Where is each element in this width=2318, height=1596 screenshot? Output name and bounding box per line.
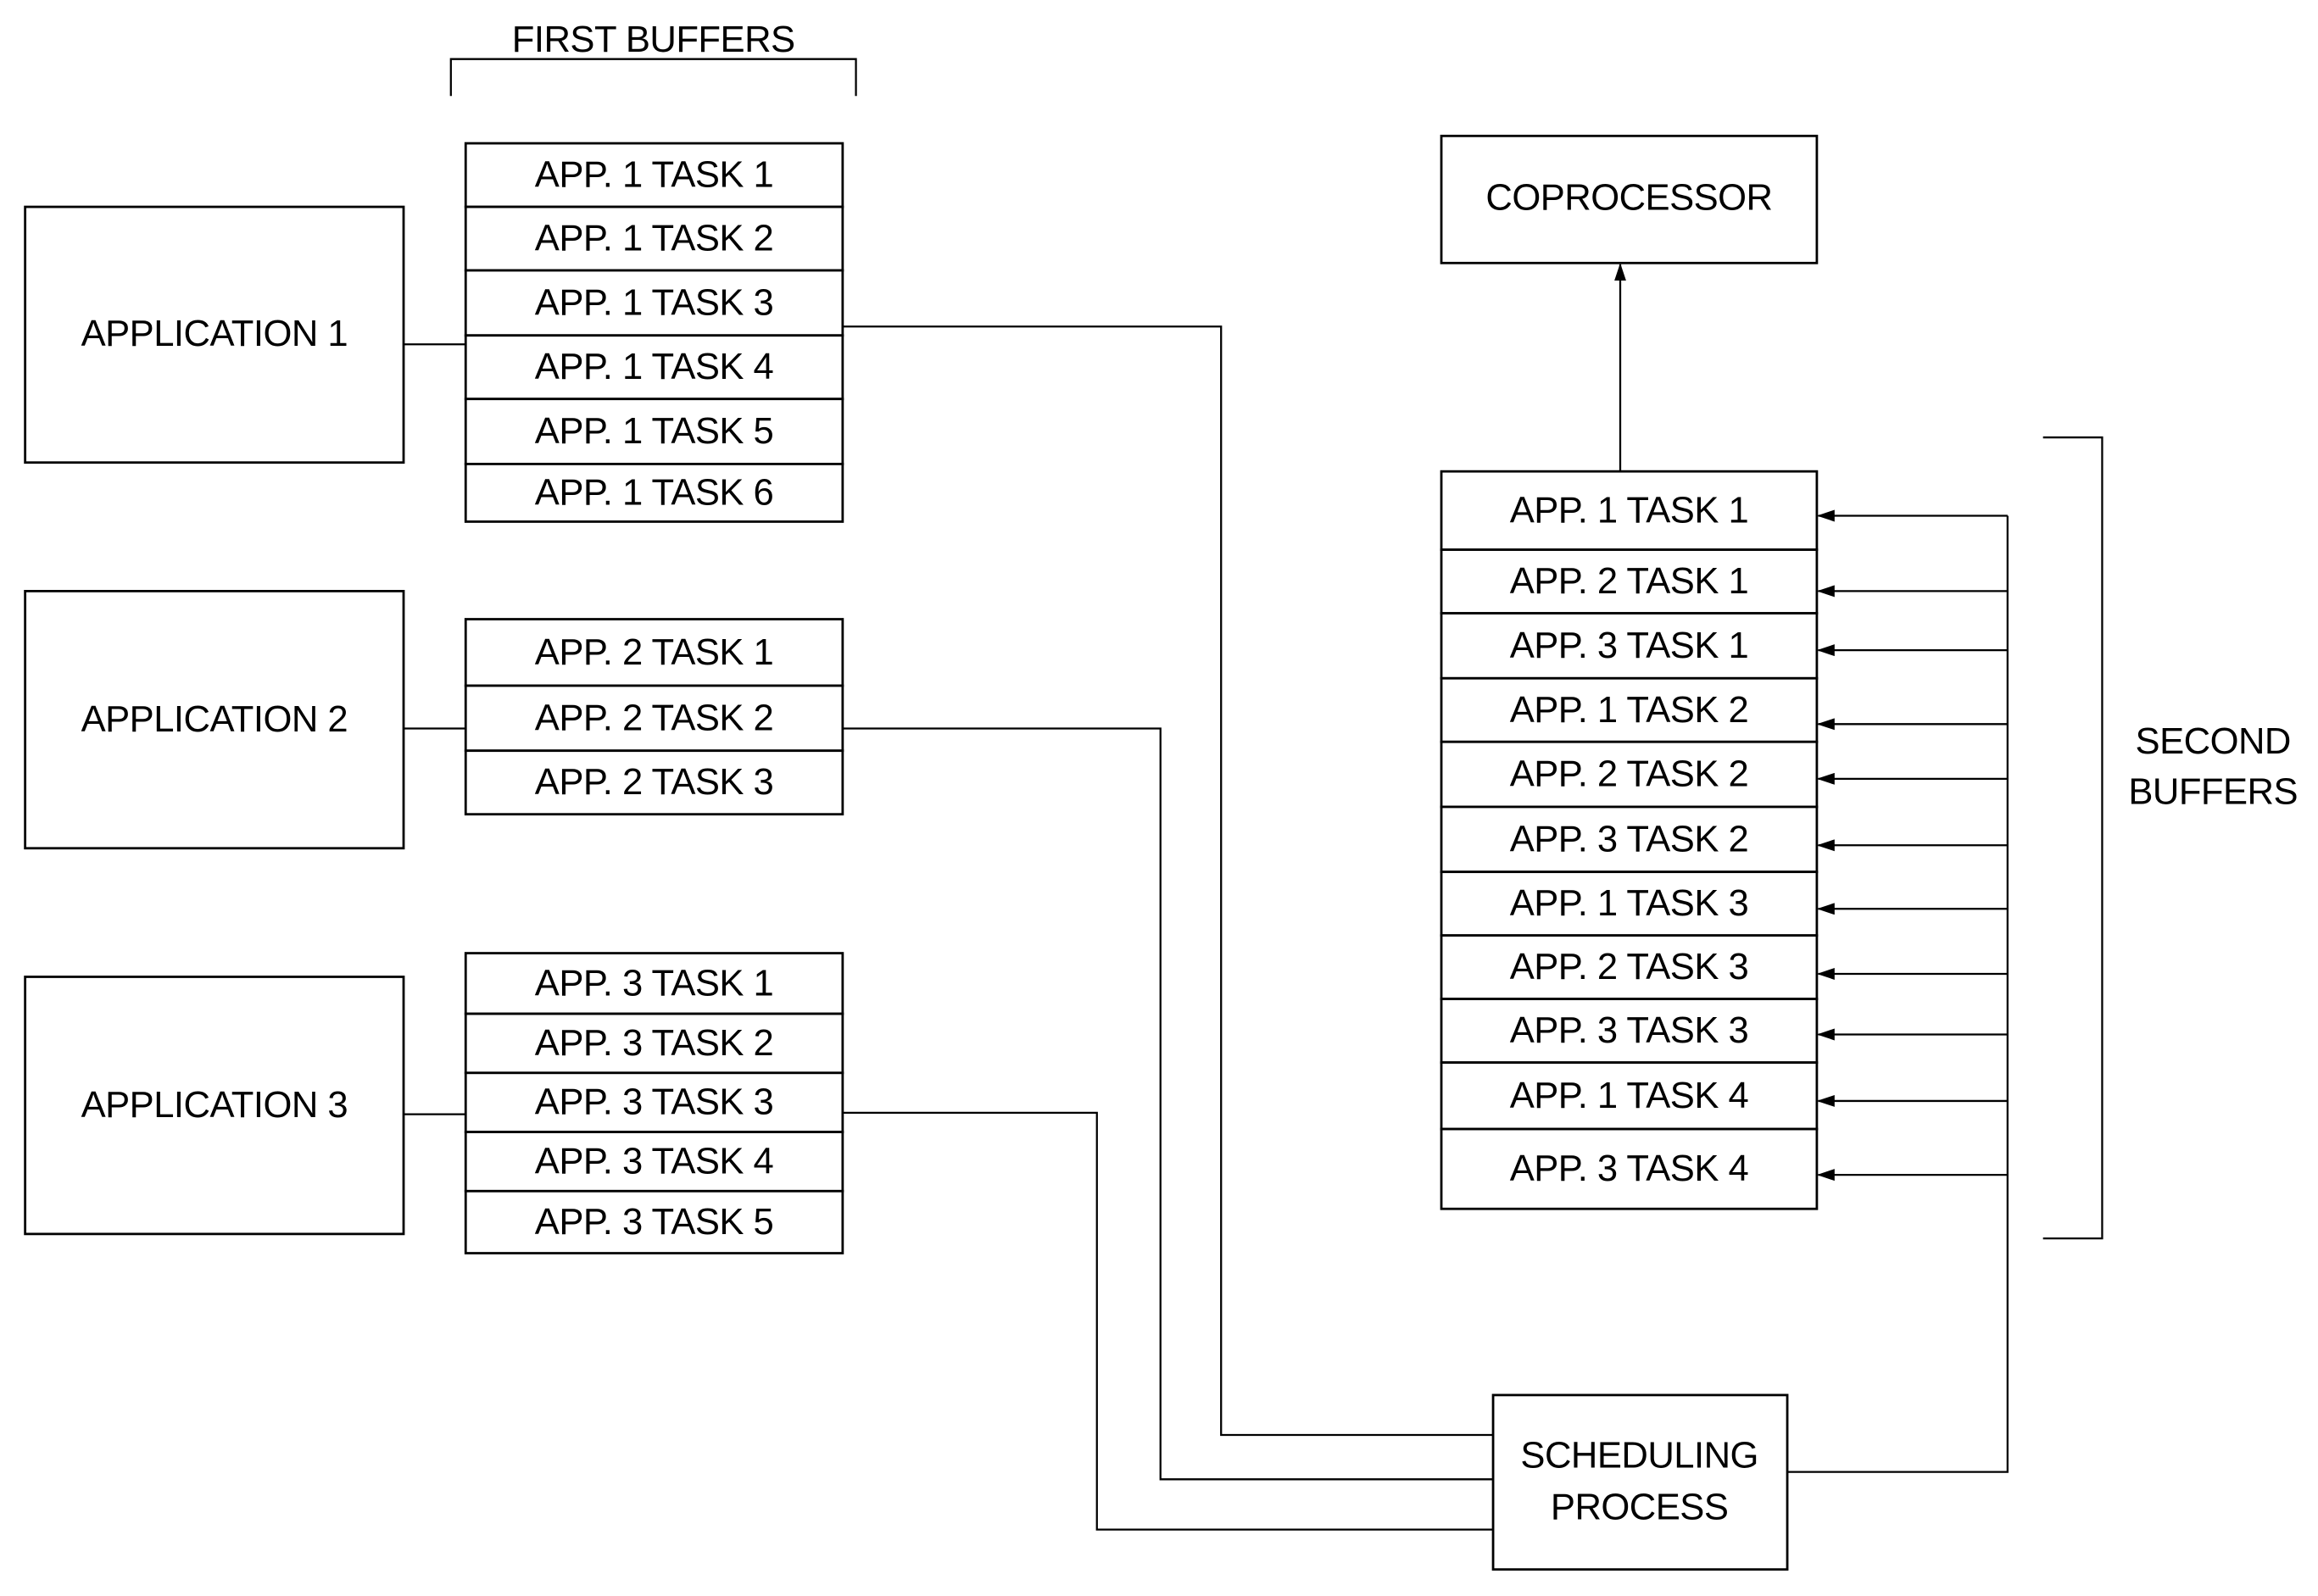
scheduling-label-line2: PROCESS [1551, 1487, 1728, 1527]
first-buffer-app-1: APP. 1 TASK 1 APP. 1 TASK 2 APP. 1 TASK 3 A… [464, 142, 844, 523]
second-buffer-arrows [1816, 509, 2008, 1182]
second-buffer-row: APP. 1 TASK 3 [1440, 870, 1819, 937]
scheduling-label-line1: SCHEDULING [1520, 1435, 1758, 1476]
second-buffer-row: APP. 2 TASK 3 [1440, 934, 1819, 1001]
application-2-label: APPLICATION 2 [81, 699, 348, 740]
first-buffer-app2-label: APP. 2 TASK 1 [535, 632, 773, 673]
first-buffer-app-3: APP. 3 TASK 1 APP. 3 TASK 2 APP. 3 TASK 3 A… [464, 952, 844, 1254]
first-buffer-app1-row: APP. 1 TASK 6 [464, 463, 844, 523]
first-buffer-app3-row: APP. 3 TASK 1 [464, 952, 844, 1015]
second-buffers-label-line2: BUFFERS [2128, 771, 2298, 812]
task-scheduling-diagram: FIRST BUFFERS APPLICATION 1 APPLICATION … [24, 19, 2298, 1571]
first-buffer-app2-row: APP. 2 TASK 1 [464, 618, 844, 687]
first-buffer-app1-row: APP. 1 TASK 1 [464, 142, 844, 209]
second-buffer-label: APP. 1 TASK 4 [1510, 1076, 1748, 1116]
second-buffers-bracket [2042, 436, 2103, 1240]
first-buffer-app2-row: APP. 2 TASK 2 [464, 684, 844, 753]
second-buffer-row: APP. 1 TASK 2 [1440, 676, 1819, 743]
second-buffer-row: APP. 3 TASK 3 [1440, 998, 1819, 1065]
second-buffer: APP. 1 TASK 1 APP. 2 TASK 1 APP. 3 TASK 1 A… [1440, 470, 1819, 1210]
second-buffer-label: APP. 3 TASK 4 [1510, 1148, 1748, 1189]
first-buffer-app1-label: APP. 1 TASK 3 [535, 282, 773, 323]
first-buffer-app3-row: APP. 3 TASK 4 [464, 1131, 844, 1193]
second-buffer-row: APP. 3 TASK 2 [1440, 805, 1819, 874]
first-buffer-app3-row: APP. 3 TASK 5 [464, 1189, 844, 1254]
second-buffer-label: APP. 3 TASK 3 [1510, 1010, 1748, 1051]
first-buffer-app3-row: APP. 3 TASK 2 [464, 1012, 844, 1075]
second-buffer-label: APP. 1 TASK 1 [1510, 490, 1748, 531]
first-buffer-app1-label: APP. 1 TASK 1 [535, 155, 773, 196]
first-buffer-app3-label: APP. 3 TASK 1 [535, 963, 773, 1004]
first-buffer-app1-label: APP. 1 TASK 6 [535, 472, 773, 513]
app1-scheduler-connector [842, 325, 1494, 1437]
first-buffer-app-2: APP. 2 TASK 1 APP. 2 TASK 2 APP. 2 TASK 3 [464, 618, 844, 816]
coprocessor-label: COPROCESSOR [1485, 178, 1772, 219]
first-buffer-app1-row: APP. 1 TASK 5 [464, 398, 844, 465]
app2-scheduler-connector [842, 727, 1494, 1481]
second-buffer-label: APP. 3 TASK 2 [1510, 819, 1748, 859]
scheduler-output-bus [1787, 515, 2009, 1473]
second-buffer-label: APP. 1 TASK 3 [1510, 883, 1748, 924]
first-buffer-app1-row: APP. 1 TASK 2 [464, 205, 844, 272]
app3-scheduler-connector [842, 1111, 1494, 1531]
first-buffer-app1-label: APP. 1 TASK 4 [535, 347, 773, 387]
second-buffer-label: APP. 2 TASK 2 [1510, 754, 1748, 795]
second-buffer-label: APP. 3 TASK 1 [1510, 626, 1748, 666]
second-buffer-row: APP. 1 TASK 4 [1440, 1061, 1819, 1131]
first-buffer-app1-row: APP. 1 TASK 4 [464, 334, 844, 401]
first-buffer-app1-label: APP. 1 TASK 2 [535, 219, 773, 259]
application-3-label: APPLICATION 3 [81, 1085, 348, 1126]
first-buffer-app2-label: APP. 2 TASK 2 [535, 698, 773, 738]
second-buffer-row: APP. 3 TASK 1 [1440, 612, 1819, 680]
coprocessor: COPROCESSOR [1440, 134, 1819, 264]
first-buffers-label: FIRST BUFFERS [512, 19, 795, 60]
first-buffer-app3-label: APP. 3 TASK 4 [535, 1141, 773, 1182]
second-buffer-label: APP. 2 TASK 1 [1510, 561, 1748, 602]
first-buffer-app3-row: APP. 3 TASK 3 [464, 1071, 844, 1133]
application-2: APPLICATION 2 [24, 589, 405, 850]
second-buffer-row: APP. 2 TASK 2 [1440, 740, 1819, 809]
second-buffer-row: APP. 1 TASK 1 [1440, 470, 1819, 551]
second-buffer-row: APP. 3 TASK 4 [1440, 1127, 1819, 1210]
second-buffers-label-line1: SECOND [2136, 721, 2291, 762]
first-buffer-app1-label: APP. 1 TASK 5 [535, 411, 773, 452]
application-1-label: APPLICATION 1 [81, 314, 348, 354]
first-buffer-app2-row: APP. 2 TASK 3 [464, 749, 844, 816]
first-buffers-bracket [449, 58, 857, 97]
first-buffer-app3-label: APP. 3 TASK 2 [535, 1023, 773, 1064]
application-1: APPLICATION 1 [24, 205, 405, 464]
first-buffer-app2-label: APP. 2 TASK 3 [535, 762, 773, 803]
application-3: APPLICATION 3 [24, 976, 405, 1236]
second-buffer-label: APP. 2 TASK 3 [1510, 947, 1748, 987]
second-buffer-label: APP. 1 TASK 2 [1510, 690, 1748, 731]
first-buffer-app1-row: APP. 1 TASK 3 [464, 269, 844, 337]
scheduling-process: SCHEDULING PROCESS [1491, 1393, 1789, 1571]
second-buffer-row: APP. 2 TASK 1 [1440, 548, 1819, 614]
first-buffer-app3-label: APP. 3 TASK 5 [535, 1202, 773, 1243]
first-buffer-app3-label: APP. 3 TASK 3 [535, 1082, 773, 1123]
